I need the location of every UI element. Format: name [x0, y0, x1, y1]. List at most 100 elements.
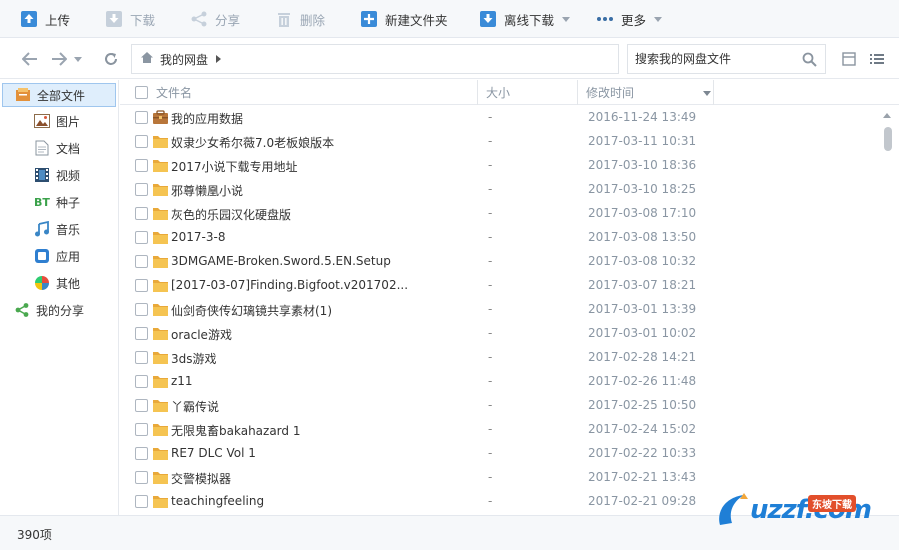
sidebar-item-documents[interactable]: 文档: [0, 136, 118, 160]
row-checkbox[interactable]: [135, 447, 148, 460]
offline-download-button[interactable]: 离线下载: [479, 0, 571, 38]
forward-arrow-icon[interactable]: [49, 49, 69, 69]
scroll-up-arrow-icon[interactable]: [883, 113, 891, 118]
file-name[interactable]: 我的应用数据: [171, 110, 243, 127]
sidebar-item-label: 其他: [56, 276, 81, 291]
row-checkbox[interactable]: [135, 375, 148, 388]
history-dropdown-icon[interactable]: [72, 49, 84, 69]
table-row[interactable]: oracle游戏 - 2017-03-01 10:02: [120, 322, 882, 346]
row-checkbox[interactable]: [135, 495, 148, 508]
search-icon[interactable]: [802, 52, 817, 70]
file-modified-time: 2017-02-21 13:43: [588, 470, 697, 484]
sidebar-item-images[interactable]: 图片: [0, 109, 118, 133]
table-row[interactable]: 仙剑奇侠传幻璃镜共享素材(1) - 2017-03-01 13:39: [120, 298, 882, 322]
more-button[interactable]: 更多: [596, 0, 663, 38]
row-checkbox[interactable]: [135, 423, 148, 436]
file-name[interactable]: RE7 DLC Vol 1: [171, 446, 256, 460]
row-checkbox[interactable]: [135, 327, 148, 340]
table-row[interactable]: 奴隶少女希尔薇7.0老板娘版本 - 2017-03-11 10:31: [120, 130, 882, 154]
share-button[interactable]: 分享: [190, 0, 240, 38]
file-name[interactable]: 仙剑奇侠传幻璃镜共享素材(1): [171, 302, 332, 319]
file-name[interactable]: 奴隶少女希尔薇7.0老板娘版本: [171, 134, 334, 151]
chevron-down-icon: [562, 16, 571, 22]
row-checkbox[interactable]: [135, 399, 148, 412]
file-name[interactable]: 3DMGAME-Broken.Sword.5.EN.Setup: [171, 254, 391, 268]
sidebar-item-all-files[interactable]: 全部文件: [2, 83, 116, 107]
file-size: -: [488, 494, 493, 508]
column-divider[interactable]: [577, 80, 578, 105]
file-name[interactable]: 丫霸传说: [171, 398, 219, 415]
column-divider[interactable]: [477, 80, 478, 105]
select-all-checkbox[interactable]: [135, 86, 148, 99]
breadcrumb-root[interactable]: 我的网盘: [160, 51, 208, 68]
thumbnail-view-icon[interactable]: [839, 49, 859, 69]
sidebar-item-videos[interactable]: 视频: [0, 163, 118, 187]
download-button[interactable]: 下载: [105, 0, 155, 38]
sidebar-item-my-shares[interactable]: 我的分享: [0, 298, 118, 322]
file-name[interactable]: 灰色的乐园汉化硬盘版: [171, 206, 291, 223]
table-row[interactable]: 2017小说下载专用地址 - 2017-03-10 18:36: [120, 154, 882, 178]
column-header-modified[interactable]: 修改时间: [586, 80, 634, 105]
breadcrumb[interactable]: 我的网盘: [131, 44, 619, 74]
file-name[interactable]: 无限鬼畜bakahazard 1: [171, 422, 300, 439]
table-row[interactable]: 2017-3-8 - 2017-03-08 13:50: [120, 226, 882, 250]
share-icon: [14, 302, 30, 318]
file-name[interactable]: teachingfeeling: [171, 494, 264, 508]
vertical-scrollbar[interactable]: [880, 107, 895, 515]
file-name[interactable]: oracle游戏: [171, 326, 232, 343]
row-checkbox[interactable]: [135, 351, 148, 364]
table-row[interactable]: 邪尊懒凰小说 - 2017-03-10 18:25: [120, 178, 882, 202]
table-row[interactable]: 无限鬼畜bakahazard 1 - 2017-02-24 15:02: [120, 418, 882, 442]
video-icon: [34, 167, 50, 183]
table-row[interactable]: 丫霸传说 - 2017-02-25 10:50: [120, 394, 882, 418]
table-row[interactable]: 3DMGAME-Broken.Sword.5.EN.Setup - 2017-03-…: [120, 250, 882, 274]
file-name[interactable]: 交警模拟器: [171, 470, 231, 487]
table-row[interactable]: 我的应用数据 - 2016-11-24 13:49: [120, 106, 882, 130]
row-checkbox[interactable]: [135, 231, 148, 244]
image-icon: [34, 113, 50, 129]
table-row[interactable]: [2017-03-07]Finding.Bigfoot.v201702... - 2…: [120, 274, 882, 298]
table-row[interactable]: 3ds游戏 - 2017-02-28 14:21: [120, 346, 882, 370]
sidebar-item-music[interactable]: 音乐: [0, 217, 118, 241]
file-name[interactable]: [2017-03-07]Finding.Bigfoot.v201702...: [171, 278, 408, 292]
refresh-icon[interactable]: [101, 49, 121, 69]
row-checkbox[interactable]: [135, 135, 148, 148]
breadcrumb-arrow-icon[interactable]: [216, 55, 222, 63]
search-box[interactable]: [627, 44, 826, 74]
row-checkbox[interactable]: [135, 471, 148, 484]
row-checkbox[interactable]: [135, 159, 148, 172]
file-name[interactable]: 邪尊懒凰小说: [171, 182, 243, 199]
table-row[interactable]: 灰色的乐园汉化硬盘版 - 2017-03-08 17:10: [120, 202, 882, 226]
file-name[interactable]: 3ds游戏: [171, 350, 217, 367]
row-checkbox[interactable]: [135, 207, 148, 220]
sidebar-item-other[interactable]: 其他: [0, 271, 118, 295]
file-modified-time: 2017-03-08 10:32: [588, 254, 697, 268]
column-divider[interactable]: [713, 80, 714, 105]
share-label: 分享: [215, 12, 241, 28]
table-row[interactable]: z11 - 2017-02-26 11:48: [120, 370, 882, 394]
folder-icon: [152, 398, 169, 413]
list-view-icon[interactable]: [867, 49, 887, 69]
file-list-header: 文件名 大小 修改时间: [120, 80, 899, 105]
file-name[interactable]: z11: [171, 374, 193, 388]
sidebar-item-apps[interactable]: 应用: [0, 244, 118, 268]
delete-button[interactable]: 删除: [275, 0, 325, 38]
file-name[interactable]: 2017小说下载专用地址: [171, 158, 298, 175]
back-arrow-icon[interactable]: [20, 49, 40, 69]
sidebar-item-torrents[interactable]: BT 种子: [0, 190, 118, 214]
column-header-size[interactable]: 大小: [486, 80, 510, 105]
upload-button[interactable]: 上传: [20, 0, 70, 38]
sort-dropdown-icon[interactable]: [703, 91, 711, 96]
scrollbar-thumb[interactable]: [884, 127, 892, 151]
row-checkbox[interactable]: [135, 111, 148, 124]
column-header-name[interactable]: 文件名: [156, 80, 192, 105]
row-checkbox[interactable]: [135, 255, 148, 268]
new-folder-button[interactable]: 新建文件夹: [360, 0, 448, 38]
file-size: -: [488, 206, 493, 220]
file-name[interactable]: 2017-3-8: [171, 230, 225, 244]
search-input[interactable]: [628, 45, 798, 73]
table-row[interactable]: RE7 DLC Vol 1 - 2017-02-22 10:33: [120, 442, 882, 466]
row-checkbox[interactable]: [135, 303, 148, 316]
row-checkbox[interactable]: [135, 183, 148, 196]
row-checkbox[interactable]: [135, 279, 148, 292]
